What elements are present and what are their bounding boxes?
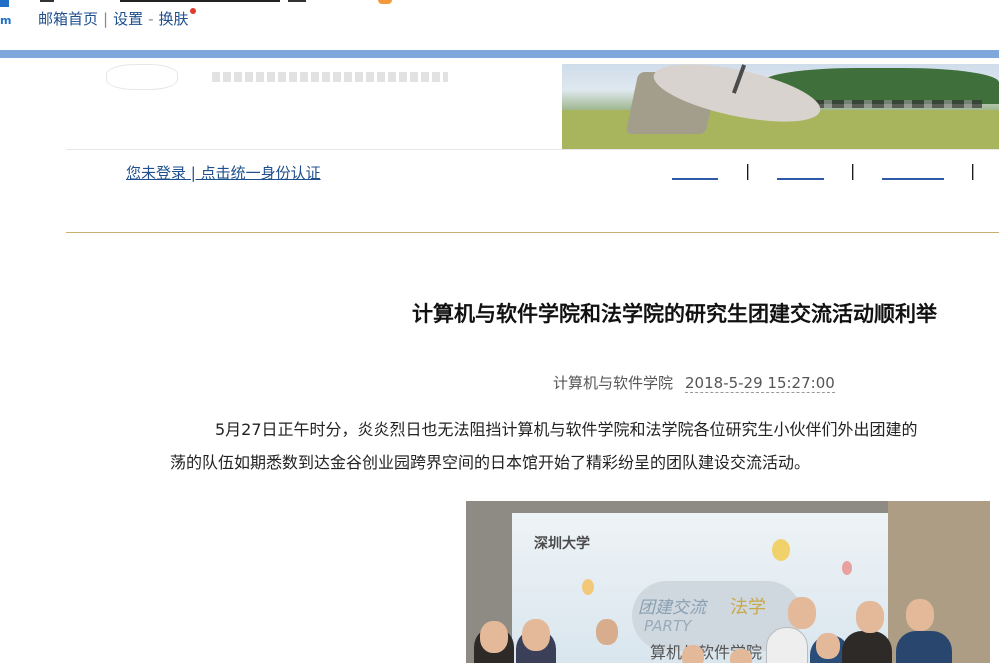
person-face xyxy=(480,621,508,653)
photo-text-law: 法学 xyxy=(730,597,766,618)
article-source: 计算机与软件学院 xyxy=(553,374,674,392)
cropped-toolbar-fragment xyxy=(120,0,280,2)
article-meta: 计算机与软件学院 2018-5-29 15:27:00 xyxy=(553,372,835,393)
photo-text-title: 团建交流 xyxy=(638,598,706,618)
photo-text-brand: 深圳大学 xyxy=(534,536,590,552)
person xyxy=(766,627,808,663)
balloon-icon xyxy=(842,561,852,575)
header-divider xyxy=(66,149,999,150)
settings-link[interactable]: 设置 xyxy=(113,10,143,28)
person xyxy=(896,631,952,663)
notification-icon[interactable] xyxy=(378,0,392,4)
campus-banner-image xyxy=(562,64,999,150)
person-face xyxy=(522,619,550,651)
article-paragraph-line: 5月27日正午时分，炎炎烈日也无法阻挡计算机与软件学院和法学院各位研究生小伙伴们… xyxy=(215,420,918,439)
skin-link[interactable]: 换肤 xyxy=(159,10,189,28)
nav-separator: | xyxy=(850,161,856,180)
nav-separator: | xyxy=(970,161,976,180)
separator: | xyxy=(103,10,109,28)
cropped-toolbar-fragment xyxy=(288,0,306,2)
article-paragraph-line: 荡的队伍如期悉数到达金谷创业园跨界空间的日本馆开始了精彩纷呈的团队建设交流活动。 xyxy=(170,453,811,472)
separator: - xyxy=(148,10,154,28)
login-link[interactable]: 您未登录 | 点击统一身份认证 xyxy=(126,162,321,183)
new-badge-dot xyxy=(189,8,196,14)
article-photo: 深圳大学 团建交流 PARTY 法学 算机与软件学院 xyxy=(466,501,990,663)
article-date: 2018-5-29 15:27:00 xyxy=(685,374,835,393)
nav-separator: | xyxy=(745,161,751,180)
mail-links: 邮箱首页 | 设置 - 换肤 xyxy=(38,8,196,29)
person-face xyxy=(788,597,816,629)
mail-header-divider xyxy=(0,50,999,58)
cropped-toolbar-fragment xyxy=(40,0,54,2)
nav-link-3[interactable] xyxy=(882,164,944,180)
nav-link-1[interactable] xyxy=(672,164,718,180)
person-face xyxy=(816,633,840,659)
mail-logo-icon[interactable]: m xyxy=(0,0,11,28)
person-face xyxy=(730,649,752,663)
school-logo-wordmark xyxy=(211,72,448,82)
person xyxy=(842,631,892,663)
school-seal-icon xyxy=(106,64,178,90)
balloon-icon xyxy=(582,579,594,595)
mail-top-bar: m 邮箱首页 | 设置 - 换肤 xyxy=(0,0,999,50)
content-divider xyxy=(66,232,999,233)
person-face xyxy=(682,645,704,663)
photo-text-party: PARTY xyxy=(644,617,692,635)
mail-home-link[interactable]: 邮箱首页 xyxy=(38,10,98,28)
nav-link-2[interactable] xyxy=(777,164,824,180)
person-face xyxy=(596,619,618,645)
person-face xyxy=(856,601,884,633)
person-face xyxy=(906,599,934,631)
article-title: 计算机与软件学院和法学院的研究生团建交流活动顺利举 xyxy=(412,302,937,326)
school-logo[interactable] xyxy=(106,64,448,90)
balloon-icon xyxy=(772,539,790,561)
school-header xyxy=(66,58,999,150)
